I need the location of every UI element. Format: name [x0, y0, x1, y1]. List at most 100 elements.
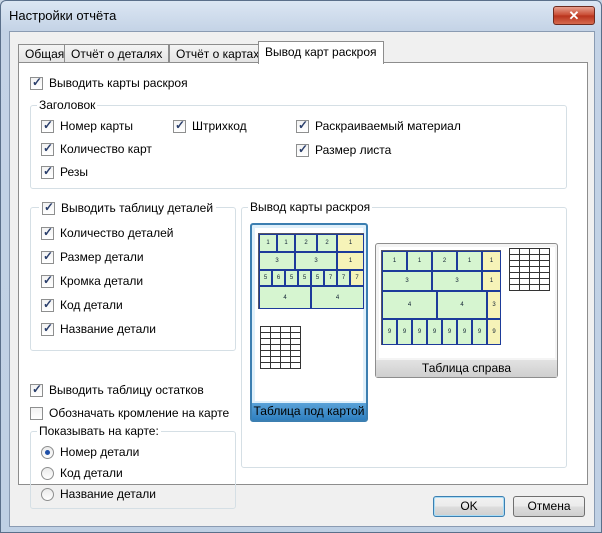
- sheet-preview: 1 1 2 2 1 3 3 1 5 6 5 5 5 7 7 7 4 4: [258, 233, 364, 309]
- checkbox-box[interactable]: [41, 321, 54, 336]
- checkbox-box[interactable]: [41, 297, 54, 312]
- checkbox-box[interactable]: [30, 406, 43, 420]
- details-table-checkbox[interactable]: Выводить таблицу деталей: [39, 200, 217, 216]
- material-checkbox[interactable]: Раскраиваемый материал: [296, 118, 461, 134]
- preview-page: 1 1 2 1 1 3 3 1 4 4 3 9 9 9 9 9 9 9 9: [379, 247, 555, 358]
- remains-table-checkbox[interactable]: Выводить таблицу остатков: [30, 382, 204, 398]
- map-count-label: Количество карт: [60, 142, 152, 156]
- part-size-checkbox[interactable]: Размер детали: [41, 249, 144, 265]
- part: 7: [350, 270, 364, 286]
- barcode-checkbox[interactable]: Штрихкод: [173, 118, 247, 134]
- layout-table-below-caption: Таблица под картой: [252, 403, 366, 420]
- map-number-checkbox[interactable]: Номер карты: [41, 118, 133, 134]
- part: 1: [259, 234, 277, 252]
- radio-part-name[interactable]: Название детали: [41, 486, 156, 502]
- map-number-label: Номер карты: [60, 119, 133, 133]
- part: 1: [277, 234, 295, 252]
- header-group-label: Заголовок: [37, 98, 98, 112]
- part: 1: [482, 271, 501, 291]
- sheet-preview: 1 1 2 1 1 3 3 1 4 4 3 9 9 9 9 9 9 9 9: [381, 250, 501, 345]
- dialog-window: Настройки отчёта ✕ Общая Отчёт о деталях…: [0, 0, 602, 533]
- tab-cutting-maps-output[interactable]: Вывод карт раскроя: [258, 41, 384, 64]
- details-table-group: Выводить таблицу деталей Количество дета…: [30, 200, 236, 351]
- layout-table-below[interactable]: 1 1 2 2 1 3 3 1 5 6 5 5 5 7 7 7 4 4 Табл…: [250, 223, 368, 422]
- part-code-label: Код детали: [60, 298, 123, 312]
- part: 7: [324, 270, 337, 286]
- cancel-button[interactable]: Отмена: [513, 496, 585, 517]
- part-name-checkbox[interactable]: Название детали: [41, 321, 156, 337]
- radio-dot[interactable]: [41, 445, 54, 459]
- part: 2: [317, 234, 337, 252]
- radio-dot[interactable]: [41, 487, 54, 501]
- print-maps-label: Выводить карты раскроя: [49, 76, 188, 90]
- sheet-size-label: Размер листа: [315, 143, 392, 157]
- cuts-label: Резы: [60, 165, 89, 179]
- part: 3: [487, 291, 501, 319]
- show-on-map-group: Показывать на карте: Номер детали Код де…: [30, 424, 236, 509]
- checkbox-box[interactable]: [41, 249, 54, 264]
- window-title: Настройки отчёта: [9, 8, 117, 23]
- part: 5: [285, 270, 298, 286]
- part-name-label: Название детали: [60, 322, 156, 336]
- part-edge-checkbox[interactable]: Кромка детали: [41, 273, 143, 289]
- part: 3: [295, 252, 337, 270]
- sheet-size-checkbox[interactable]: Размер листа: [296, 142, 391, 158]
- mark-edging-label: Обозначать кромление на карте: [49, 406, 230, 420]
- part-code-checkbox[interactable]: Код детали: [41, 297, 123, 313]
- part: 3: [432, 271, 482, 291]
- part-size-label: Размер детали: [60, 250, 144, 264]
- tab-parts-report[interactable]: Отчёт о деталях: [64, 44, 170, 63]
- checkbox-box[interactable]: [41, 141, 54, 156]
- tab-maps-report[interactable]: Отчёт о картах: [169, 44, 267, 63]
- radio-dot[interactable]: [41, 466, 54, 480]
- checkbox-box[interactable]: [41, 164, 54, 179]
- dialog-body: Общая Отчёт о деталях Отчёт о картах Выв…: [9, 31, 595, 527]
- part: 3: [382, 271, 432, 291]
- tab-panel: Выводить карты раскроя Заголовок Номер к…: [18, 62, 588, 509]
- ok-button[interactable]: OK: [433, 496, 505, 517]
- checkbox-box[interactable]: [30, 382, 43, 397]
- checkbox-box[interactable]: [42, 200, 55, 215]
- part: 3: [259, 252, 295, 270]
- preview-details-table: [509, 248, 550, 291]
- header-group: Заголовок Номер карты Количество карт Ре…: [30, 98, 567, 189]
- part: 1: [382, 251, 407, 271]
- map-layout-group: Вывод карты раскроя 1 1 2 2 1 3 3 1 5 6 …: [241, 200, 567, 468]
- part: 1: [407, 251, 432, 271]
- cuts-checkbox[interactable]: Резы: [41, 164, 88, 180]
- layout-table-right[interactable]: 1 1 2 1 1 3 3 1 4 4 3 9 9 9 9 9 9 9 9 Та…: [375, 243, 558, 378]
- preview-page: 1 1 2 2 1 3 3 1 5 6 5 5 5 7 7 7 4 4: [255, 228, 364, 401]
- checkbox-box[interactable]: [30, 75, 43, 90]
- map-count-checkbox[interactable]: Количество карт: [41, 141, 152, 157]
- radio-part-number[interactable]: Номер детали: [41, 444, 139, 460]
- radio-part-code-label: Код детали: [60, 466, 123, 480]
- checkbox-box[interactable]: [296, 142, 309, 157]
- radio-part-number-label: Номер детали: [60, 445, 140, 459]
- layout-table-right-caption: Таблица справа: [376, 360, 557, 377]
- checkbox-box[interactable]: [41, 225, 54, 240]
- part: 1: [337, 252, 364, 270]
- checkbox-box[interactable]: [41, 273, 54, 288]
- part: 9: [457, 319, 472, 345]
- checkbox-box[interactable]: [296, 118, 309, 133]
- parts-count-checkbox[interactable]: Количество деталей: [41, 225, 173, 241]
- part: 4: [259, 286, 311, 309]
- part: 9: [472, 319, 487, 345]
- part: 1: [482, 251, 501, 271]
- radio-part-code[interactable]: Код детали: [41, 465, 123, 481]
- checkbox-box[interactable]: [173, 118, 186, 133]
- part: 9: [412, 319, 427, 345]
- print-maps-checkbox[interactable]: Выводить карты раскроя: [30, 75, 188, 91]
- material-label: Раскраиваемый материал: [315, 119, 461, 133]
- details-table-label: Выводить таблицу деталей: [61, 201, 214, 215]
- preview-details-table: [260, 326, 301, 369]
- mark-edging-checkbox[interactable]: Обозначать кромление на карте: [30, 405, 229, 421]
- close-button[interactable]: ✕: [553, 6, 595, 25]
- part: 9: [382, 319, 397, 345]
- barcode-label: Штрихкод: [192, 119, 247, 133]
- part: 2: [295, 234, 317, 252]
- part: 5: [298, 270, 311, 286]
- part: 5: [311, 270, 324, 286]
- part: 5: [259, 270, 272, 286]
- checkbox-box[interactable]: [41, 118, 54, 133]
